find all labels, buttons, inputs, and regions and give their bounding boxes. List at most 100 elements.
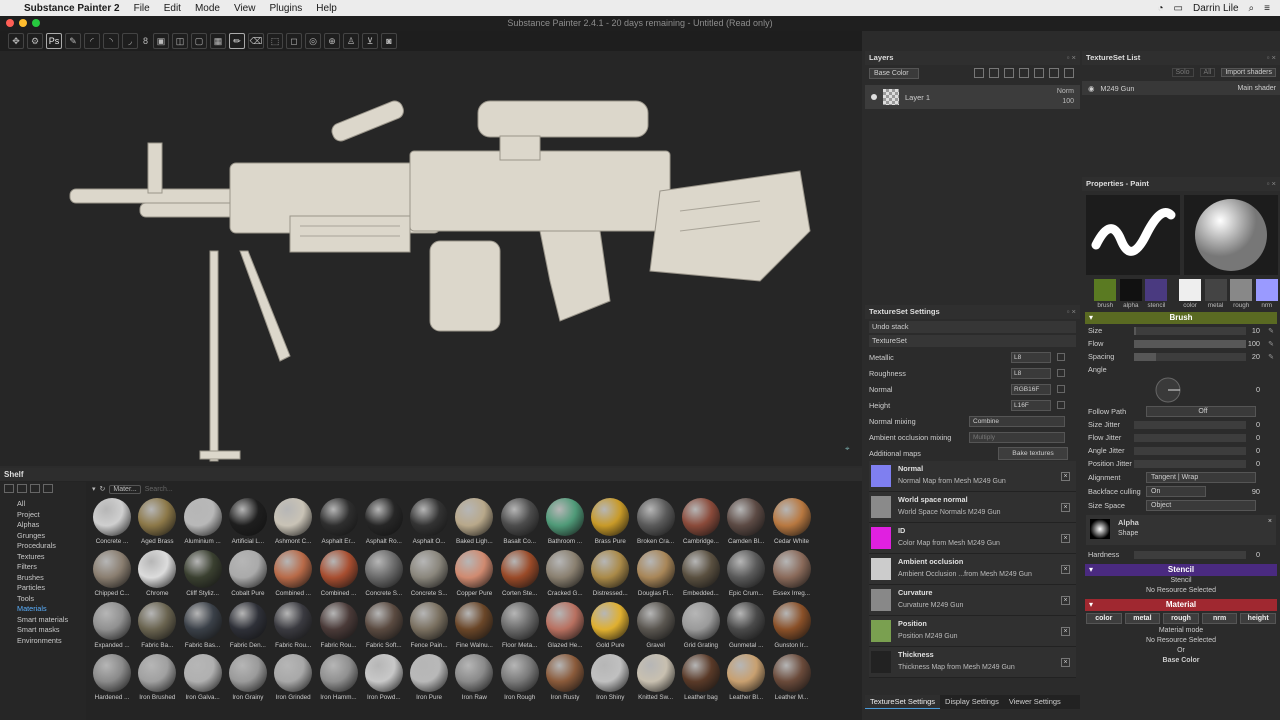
new-icon[interactable] [17, 484, 27, 493]
material-item[interactable]: Gunmetal ... [724, 602, 768, 654]
material-item[interactable]: Epic Crum... [724, 550, 768, 602]
menu-file[interactable]: File [134, 3, 150, 14]
material-item[interactable]: Fabric Bas... [181, 602, 225, 654]
category-all[interactable]: All [17, 499, 86, 510]
close-icon[interactable]: × [1061, 627, 1070, 636]
metal-swatch-icon[interactable] [1204, 279, 1227, 301]
material-item[interactable]: Fabric Ba... [135, 602, 179, 654]
refresh-icon[interactable]: ↻ [100, 485, 106, 493]
picker-icon[interactable]: ♙ [343, 33, 360, 49]
material-item[interactable]: Iron Powd... [362, 654, 406, 706]
map-format-select[interactable]: RGB16F [1011, 383, 1051, 395]
close-icon[interactable]: × [1061, 503, 1070, 512]
map-format-select[interactable]: L8 [1011, 367, 1051, 379]
close-icon[interactable]: × [1061, 472, 1070, 481]
menu-help[interactable]: Help [316, 3, 337, 14]
alignment-select[interactable]: Tangent | Wrap [1146, 471, 1256, 483]
menu-view[interactable]: View [234, 3, 256, 14]
menu-mode[interactable]: Mode [195, 3, 220, 14]
material-item[interactable]: Aluminium ... [181, 498, 225, 550]
hardness-slider[interactable] [1134, 550, 1246, 559]
stencil-section-header[interactable]: Stencil [1085, 564, 1277, 576]
brush-channel-icon[interactable] [1094, 279, 1117, 301]
category-tools[interactable]: Tools [17, 594, 86, 605]
size-jitter-slider[interactable] [1134, 420, 1246, 429]
app-menu[interactable]: Substance Painter 2 [24, 3, 120, 14]
battery-icon[interactable]: ▭ [1174, 3, 1183, 14]
add-folder-icon[interactable] [1049, 68, 1059, 78]
remove-icon[interactable] [1057, 401, 1065, 409]
layer-name[interactable]: Layer 1 [905, 93, 930, 102]
list-icon[interactable]: ≡ [1264, 3, 1270, 14]
brush-section-header[interactable]: Brush [1085, 312, 1277, 324]
layer-row[interactable]: Layer 1 Norm 100 [865, 85, 1080, 109]
material-item[interactable]: Hardened ... [90, 654, 134, 706]
material-item[interactable]: Leather Bl... [724, 654, 768, 706]
category-materials[interactable]: Materials [17, 604, 86, 615]
bake-textures-button[interactable]: Bake textures [998, 446, 1068, 460]
category-grunges[interactable]: Grunges [17, 531, 86, 542]
material-item[interactable]: Concrete S... [362, 550, 406, 602]
folder-icon[interactable] [4, 484, 14, 493]
material-item[interactable]: Glazed He... [543, 602, 587, 654]
size-value[interactable]: 10 [1252, 326, 1260, 335]
material-item[interactable]: Fine Walnu... [452, 602, 496, 654]
material-item[interactable]: Concrete ... [90, 498, 134, 550]
paint-brush-icon[interactable]: ✎ [65, 33, 81, 49]
hardness-value[interactable]: 0 [1256, 550, 1260, 559]
material-item[interactable]: Camden Bl... [724, 498, 768, 550]
shelf-search-input[interactable]: Search... [145, 486, 173, 493]
import-shaders-button[interactable]: Import shaders [1221, 67, 1276, 77]
material-item[interactable]: Cedar White [770, 498, 814, 550]
grid-icon[interactable]: ▦ [210, 33, 227, 49]
material-item[interactable]: Iron Rough [498, 654, 542, 706]
user-name[interactable]: Darrin Lile [1193, 3, 1239, 14]
material-item[interactable]: Chrome [135, 550, 179, 602]
flow-jitter-value[interactable]: 0 [1256, 433, 1260, 442]
category-environments[interactable]: Environments [17, 636, 86, 647]
material-section-header[interactable]: Material [1085, 599, 1277, 611]
material-item[interactable]: Iron Galva... [181, 654, 225, 706]
add-layer-icon[interactable] [1034, 68, 1044, 78]
material-item[interactable]: Iron Hamm... [317, 654, 361, 706]
add-generator-icon[interactable] [1004, 68, 1014, 78]
alpha-slot[interactable]: Alpha Shape × [1086, 515, 1276, 545]
material-item[interactable]: Ashmont C... [271, 498, 315, 550]
polygon-fill-icon[interactable]: ◻ [286, 33, 303, 49]
material-item[interactable]: Iron Shiny [588, 654, 632, 706]
material-item[interactable]: Aged Brass [135, 498, 179, 550]
size-jitter-value[interactable]: 0 [1256, 420, 1260, 429]
material-item[interactable]: Leather M... [770, 654, 814, 706]
remove-icon[interactable] [1057, 385, 1065, 393]
rough-swatch-icon[interactable] [1230, 279, 1253, 301]
close-button[interactable] [6, 19, 14, 27]
mat-rough-button[interactable]: rough [1163, 613, 1199, 624]
material-item[interactable]: Grid Grating [679, 602, 723, 654]
category-brushes[interactable]: Brushes [17, 573, 86, 584]
panel-close-icon[interactable]: ▫ × [1067, 305, 1076, 319]
angle-dial[interactable]: 0 [1082, 376, 1280, 404]
material-item[interactable]: Copper Pure [452, 550, 496, 602]
flow-value[interactable]: 100 [1248, 339, 1260, 348]
baked-map-row[interactable]: Curvature Curvature M249 Gun × [869, 585, 1076, 616]
photoshop-button[interactable]: Ps [46, 33, 62, 49]
material-item[interactable]: Gold Pure [588, 602, 632, 654]
close-icon[interactable]: × [1061, 534, 1070, 543]
add-mask-icon[interactable] [989, 68, 999, 78]
all-button[interactable]: All [1199, 67, 1216, 77]
material-item[interactable]: Distressed... [588, 550, 632, 602]
camera-icon[interactable]: ▣ [153, 33, 170, 49]
material-item[interactable]: Fabric Rou... [317, 602, 361, 654]
category-particles[interactable]: Particles [17, 583, 86, 594]
angle-jitter-slider[interactable] [1134, 446, 1246, 455]
edit-icon[interactable]: ✎ [1268, 327, 1274, 335]
tab-display-settings[interactable]: Display Settings [940, 695, 1004, 709]
paint-tool-icon[interactable]: ✏ [229, 33, 246, 49]
import-icon[interactable] [30, 484, 40, 493]
size-space-select[interactable]: Object [1146, 499, 1256, 511]
category-procedurals[interactable]: Procedurals [17, 541, 86, 552]
eraser-icon[interactable]: ⌫ [248, 33, 265, 49]
layer-opacity[interactable]: 100 [1062, 98, 1074, 105]
smudge-icon[interactable]: ◎ [305, 33, 322, 49]
screenshot-icon[interactable]: ◙ [381, 33, 398, 49]
